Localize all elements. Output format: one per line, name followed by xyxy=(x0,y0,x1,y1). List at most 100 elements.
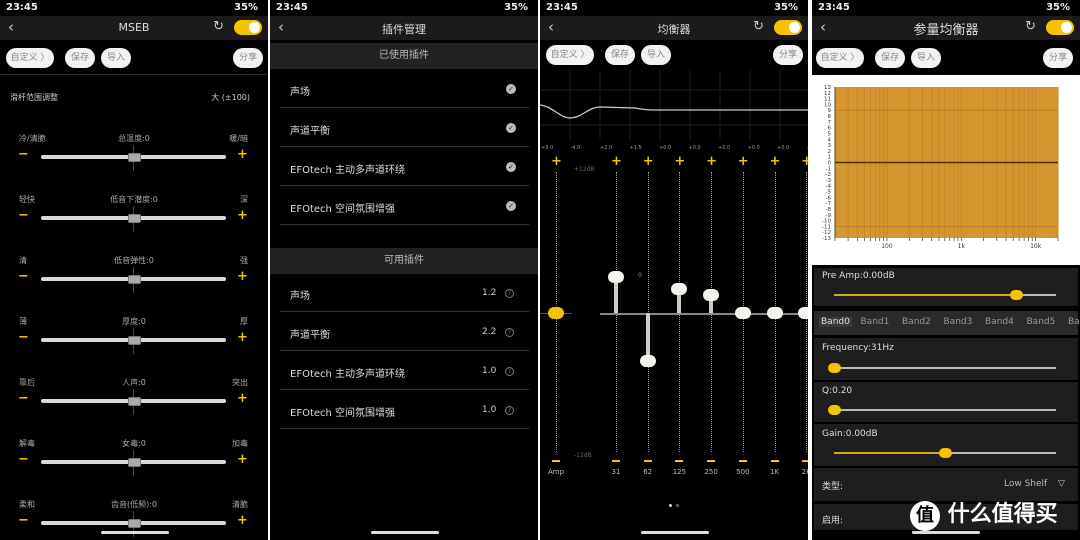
range-value[interactable]: 大 (±100) xyxy=(211,92,250,103)
frequency-slider-track[interactable] xyxy=(834,367,1056,369)
help-icon[interactable]: ? xyxy=(505,328,514,337)
plus-button[interactable]: + xyxy=(237,452,248,467)
preset-button[interactable]: 自定义 〉 xyxy=(6,48,54,68)
slider-knob[interactable] xyxy=(127,457,141,467)
import-button[interactable]: 导入 xyxy=(911,48,941,68)
q-slider-knob[interactable] xyxy=(828,404,841,415)
band-knob[interactable] xyxy=(703,289,720,302)
tab-band-6[interactable]: Ba xyxy=(1068,317,1080,327)
tab-band-3[interactable]: Band3 xyxy=(944,317,973,327)
available-plugin-name[interactable]: 声场 xyxy=(290,287,310,302)
minus-button[interactable] xyxy=(552,460,560,462)
enable-toggle[interactable] xyxy=(1046,20,1074,35)
used-plugin-name[interactable]: EFOtech 空间氛围增强 xyxy=(290,200,395,215)
band-knob[interactable] xyxy=(639,354,656,367)
minus-button[interactable]: − xyxy=(18,330,29,345)
q-slider-track[interactable] xyxy=(834,409,1056,411)
minus-button[interactable]: − xyxy=(18,513,29,528)
help-icon[interactable]: ? xyxy=(505,289,514,298)
slider-knob[interactable] xyxy=(127,152,141,162)
help-icon[interactable]: ? xyxy=(505,406,514,415)
gain-slider-knob[interactable] xyxy=(939,447,952,458)
save-button[interactable]: 保存 xyxy=(605,45,635,65)
reset-icon[interactable]: ↻ xyxy=(753,19,764,34)
slider-knob[interactable] xyxy=(127,518,141,528)
slider-knob[interactable] xyxy=(127,213,141,223)
plus-button[interactable]: + xyxy=(237,391,248,406)
minus-button[interactable] xyxy=(643,460,652,462)
preamp-slider-knob[interactable] xyxy=(1010,289,1024,300)
preset-button[interactable]: 自定义 〉 xyxy=(816,48,864,68)
type-value[interactable]: Low Shelf xyxy=(1004,479,1047,489)
tab-band-0[interactable]: Band0 xyxy=(819,317,852,327)
import-button[interactable]: 导入 xyxy=(641,45,671,65)
used-plugin-name[interactable]: EFOtech 主动多声道环绕 xyxy=(290,161,405,176)
minus-button[interactable]: − xyxy=(18,391,29,406)
plus-button[interactable]: + xyxy=(237,330,248,345)
frequency-slider-knob[interactable] xyxy=(828,362,841,373)
tab-band-2[interactable]: Band2 xyxy=(902,317,931,327)
plus-button[interactable]: + xyxy=(738,154,749,169)
minus-button[interactable]: − xyxy=(18,147,29,162)
band-knob[interactable] xyxy=(671,283,688,296)
used-plugin-name[interactable]: 声道平衡 xyxy=(290,122,330,137)
plus-button[interactable]: + xyxy=(770,154,781,169)
share-button[interactable]: 分享 xyxy=(233,48,263,68)
band-knob[interactable] xyxy=(798,307,808,319)
tab-band-5[interactable]: Band5 xyxy=(1027,317,1056,327)
available-plugin-name[interactable]: EFOtech 空间氛围增强 xyxy=(290,404,395,419)
available-plugin-name[interactable]: 声道平衡 xyxy=(290,326,330,341)
share-button[interactable]: 分享 xyxy=(773,45,803,65)
plus-button[interactable]: + xyxy=(674,154,685,169)
help-icon[interactable]: ? xyxy=(505,367,514,376)
page-dot-active[interactable] xyxy=(669,504,672,507)
save-button[interactable]: 保存 xyxy=(875,48,905,68)
home-indicator[interactable] xyxy=(641,531,709,534)
plus-button[interactable]: + xyxy=(643,154,654,169)
plus-button[interactable]: + xyxy=(237,513,248,528)
check-icon[interactable]: ✓ xyxy=(506,201,516,211)
slider-knob[interactable] xyxy=(127,335,141,345)
minus-button[interactable] xyxy=(738,460,747,462)
home-indicator[interactable] xyxy=(912,531,980,534)
minus-button[interactable] xyxy=(707,460,716,462)
band-track[interactable] xyxy=(647,172,649,452)
plus-button[interactable]: + xyxy=(611,154,622,169)
check-icon[interactable]: ✓ xyxy=(506,162,516,172)
page-dot[interactable] xyxy=(676,504,679,507)
plus-button[interactable]: + xyxy=(801,154,808,169)
import-button[interactable]: 导入 xyxy=(101,48,131,68)
minus-button[interactable] xyxy=(612,460,620,462)
tab-band-1[interactable]: Band1 xyxy=(861,317,890,327)
band-knob[interactable] xyxy=(608,271,624,284)
dropdown-arrow-icon[interactable]: ▽ xyxy=(1058,479,1065,489)
share-button[interactable]: 分享 xyxy=(1043,48,1073,68)
tab-band-4[interactable]: Band4 xyxy=(985,317,1014,327)
amp-knob[interactable] xyxy=(548,307,564,319)
band-knob[interactable] xyxy=(734,307,751,319)
plus-button[interactable]: + xyxy=(706,154,717,169)
slider-knob[interactable] xyxy=(127,396,141,406)
check-icon[interactable]: ✓ xyxy=(506,84,516,94)
enable-toggle[interactable] xyxy=(234,20,262,35)
minus-button[interactable]: − xyxy=(18,208,29,223)
plus-button[interactable]: + xyxy=(551,154,562,169)
available-plugin-name[interactable]: EFOtech 主动多声道环绕 xyxy=(290,365,405,380)
slider-knob[interactable] xyxy=(127,274,141,284)
minus-button[interactable] xyxy=(675,460,684,462)
minus-button[interactable] xyxy=(770,460,779,462)
home-indicator[interactable] xyxy=(371,531,439,534)
check-icon[interactable]: ✓ xyxy=(506,123,516,133)
plus-button[interactable]: + xyxy=(237,147,248,162)
band-knob[interactable] xyxy=(766,307,783,319)
minus-button[interactable] xyxy=(802,460,808,462)
home-indicator[interactable] xyxy=(101,531,169,534)
save-button[interactable]: 保存 xyxy=(65,48,95,68)
enable-toggle[interactable] xyxy=(774,20,802,35)
used-plugin-name[interactable]: 声场 xyxy=(290,83,310,98)
reset-icon[interactable]: ↻ xyxy=(213,19,224,34)
minus-button[interactable]: − xyxy=(18,269,29,284)
minus-button[interactable]: − xyxy=(18,452,29,467)
reset-icon[interactable]: ↻ xyxy=(1025,19,1036,34)
preset-button[interactable]: 自定义 〉 xyxy=(546,45,594,65)
